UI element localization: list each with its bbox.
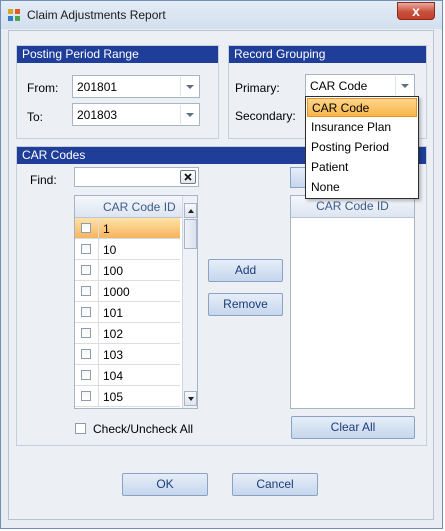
- check-all-label: Check/Uncheck All: [93, 422, 194, 436]
- chevron-down-icon[interactable]: [395, 76, 413, 95]
- car-codes-grid: CAR Code ID 1 10 100 1000 101 102 103 10…: [74, 195, 198, 409]
- cancel-button[interactable]: Cancel: [232, 473, 318, 496]
- check-all-checkbox[interactable]: [75, 423, 86, 434]
- chevron-down-icon[interactable]: [180, 105, 198, 124]
- row-checkbox[interactable]: [81, 286, 91, 296]
- table-row[interactable]: 102: [75, 323, 180, 344]
- to-combo[interactable]: 201803: [72, 103, 200, 126]
- row-cell: 103: [103, 348, 124, 362]
- row-checkbox[interactable]: [81, 328, 91, 338]
- primary-combo[interactable]: CAR Code: [305, 74, 415, 97]
- scroll-thumb[interactable]: [184, 219, 197, 249]
- table-row[interactable]: 105: [75, 386, 180, 407]
- grid-scrollbar[interactable]: [182, 196, 197, 408]
- posting-period-header: Posting Period Range: [17, 46, 218, 63]
- dropdown-option[interactable]: Posting Period: [307, 138, 417, 157]
- close-button[interactable]: x: [397, 2, 435, 20]
- find-label: Find:: [30, 173, 57, 187]
- row-cell: 100: [103, 264, 124, 278]
- clear-all-button[interactable]: Clear All: [291, 416, 415, 439]
- selected-grid-header[interactable]: CAR Code ID: [291, 196, 414, 218]
- table-row[interactable]: 101: [75, 302, 180, 323]
- selected-codes-grid: CAR Code ID: [290, 195, 415, 409]
- row-cell: 102: [103, 327, 124, 341]
- find-input[interactable]: [74, 167, 199, 187]
- scroll-up-icon[interactable]: [184, 203, 197, 218]
- row-cell: 1000: [103, 285, 130, 299]
- dropdown-option[interactable]: CAR Code: [307, 98, 417, 117]
- clear-find-button[interactable]: [180, 170, 196, 184]
- row-cell: 105: [103, 390, 124, 404]
- from-combo[interactable]: 201801: [72, 75, 200, 98]
- chevron-down-icon[interactable]: [180, 77, 198, 96]
- row-cell: 101: [103, 306, 124, 320]
- to-label: To:: [27, 110, 44, 124]
- primary-dropdown-list: CAR Code Insurance Plan Posting Period P…: [305, 96, 419, 199]
- row-cell: 104: [103, 369, 124, 383]
- to-value: 201803: [77, 108, 118, 122]
- secondary-label: Secondary:: [235, 109, 296, 123]
- primary-value: CAR Code: [310, 79, 368, 93]
- column-header-car-code-id: CAR Code ID: [103, 200, 176, 214]
- add-button[interactable]: Add: [208, 259, 283, 282]
- row-checkbox[interactable]: [81, 265, 91, 275]
- table-row[interactable]: 1: [75, 218, 180, 239]
- primary-label: Primary:: [235, 81, 280, 95]
- row-checkbox[interactable]: [81, 244, 91, 254]
- table-row[interactable]: 1000: [75, 281, 180, 302]
- table-row[interactable]: 103: [75, 344, 180, 365]
- row-cell: 1: [103, 222, 110, 236]
- grid-rows: 1 10 100 1000 101 102 103 104 105: [75, 218, 183, 408]
- dropdown-option[interactable]: Patient: [307, 158, 417, 177]
- table-row[interactable]: 100: [75, 260, 180, 281]
- dropdown-option[interactable]: None: [307, 178, 417, 197]
- scroll-down-icon[interactable]: [184, 391, 197, 406]
- ok-button[interactable]: OK: [122, 473, 208, 496]
- row-cell: 10: [103, 243, 117, 257]
- row-checkbox[interactable]: [81, 370, 91, 380]
- row-checkbox[interactable]: [81, 223, 91, 233]
- from-label: From:: [27, 81, 59, 95]
- record-grouping-header: Record Grouping: [229, 46, 426, 63]
- row-checkbox[interactable]: [81, 349, 91, 359]
- row-checkbox[interactable]: [81, 307, 91, 317]
- grid-header[interactable]: CAR Code ID: [75, 196, 183, 218]
- window-title: Claim Adjustments Report: [27, 8, 166, 22]
- table-row[interactable]: 104: [75, 365, 180, 386]
- row-checkbox[interactable]: [81, 391, 91, 401]
- close-icon: x: [412, 3, 420, 19]
- app-icon: [8, 9, 20, 21]
- clear-x-icon: [184, 173, 192, 181]
- remove-button[interactable]: Remove: [208, 293, 283, 316]
- from-value: 201801: [77, 80, 118, 94]
- table-row[interactable]: 10: [75, 239, 180, 260]
- dropdown-option[interactable]: Insurance Plan: [307, 118, 417, 137]
